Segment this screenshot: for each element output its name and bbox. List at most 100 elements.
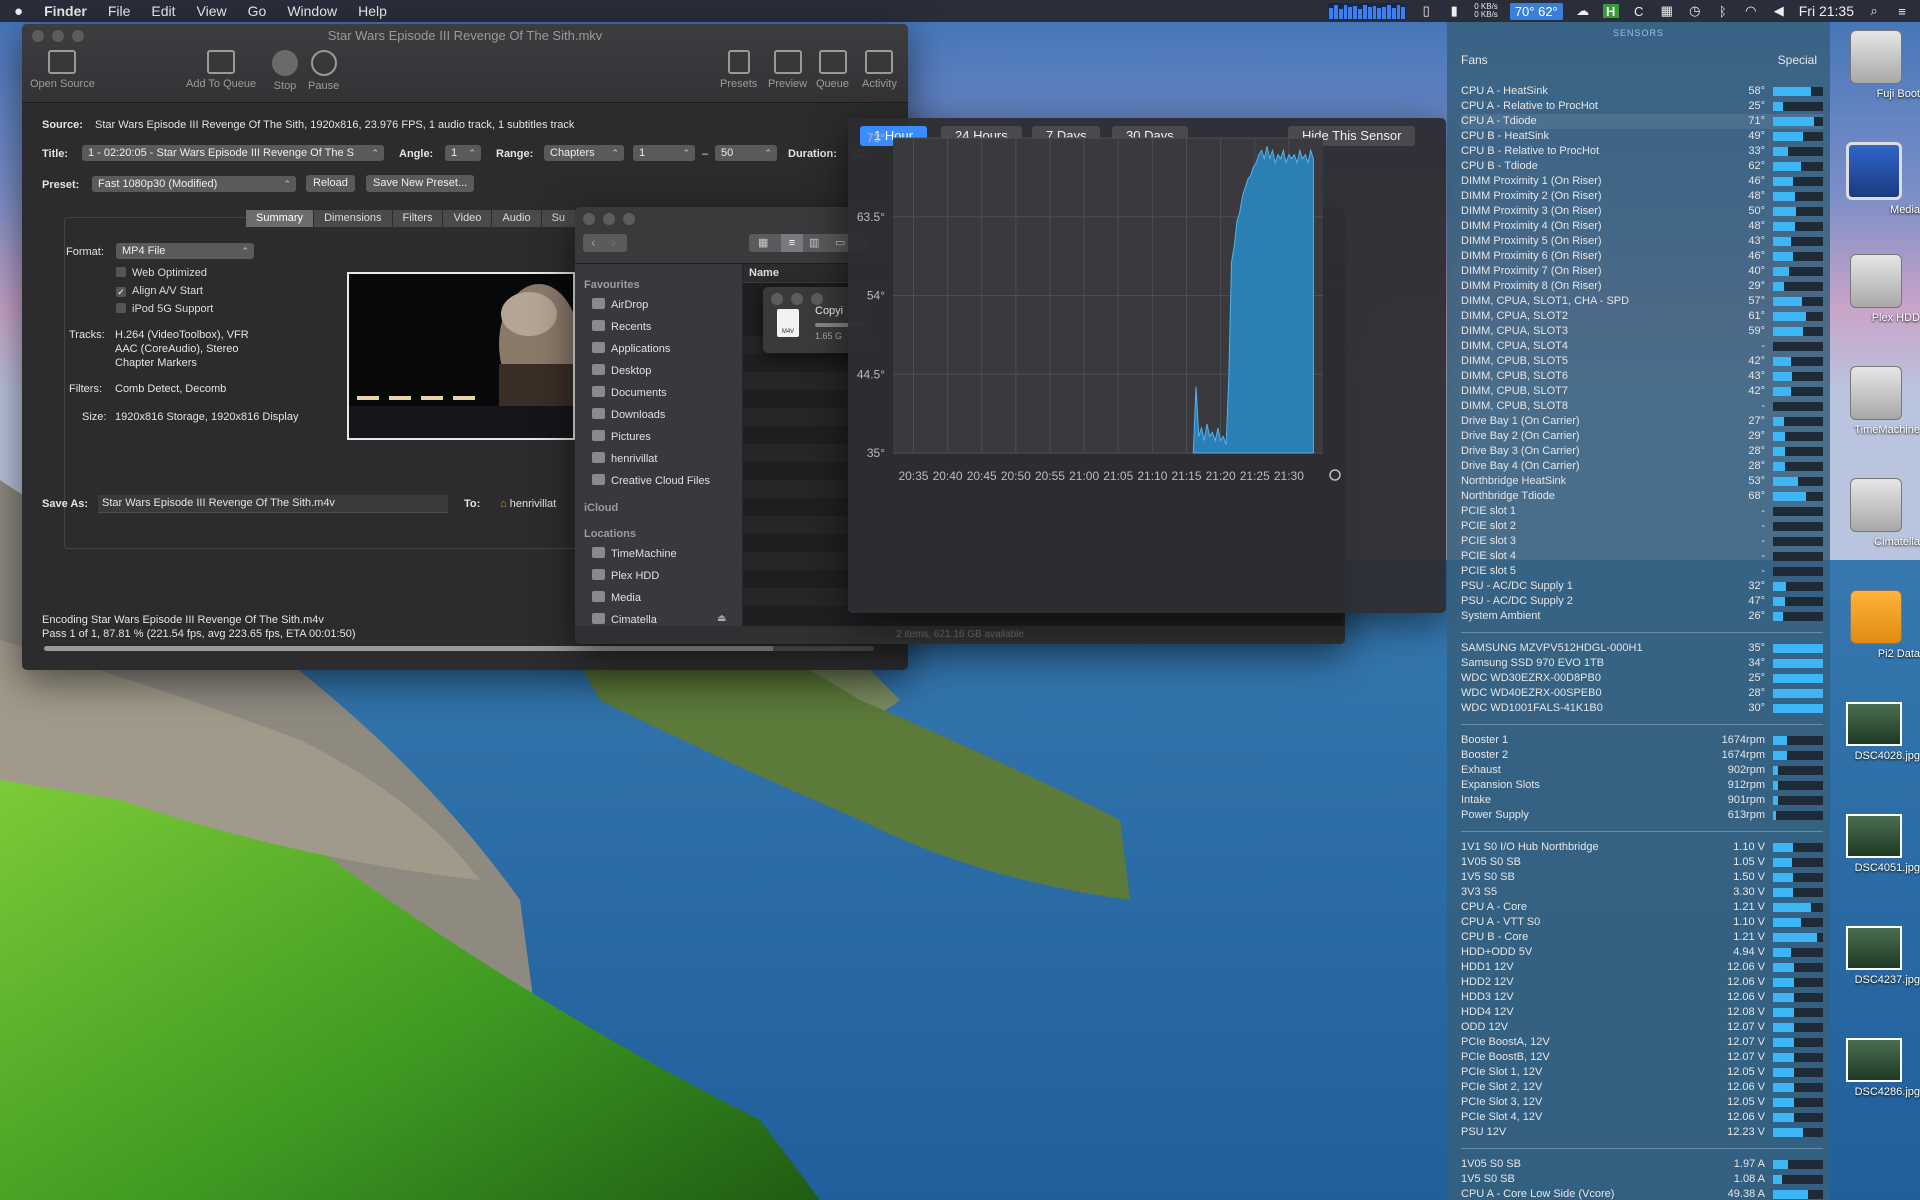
disk-icon[interactable]: ▮ (1446, 3, 1462, 18)
network-speed[interactable]: 0 KB/s 0 KB/s (1474, 3, 1498, 19)
voltage-sensor-row[interactable]: HDD4 12V 12.08 V (1461, 1005, 1823, 1020)
voltage-sensor-row[interactable]: HDD2 12V 12.06 V (1461, 975, 1823, 990)
sidebar-item-home[interactable]: henrivillat (592, 452, 657, 465)
drive-sensor-row[interactable]: SAMSUNG MZVPV512HDGL-000H1 35° (1461, 641, 1823, 656)
temp-sensor-row[interactable]: DIMM, CPUA, SLOT2 61° (1461, 309, 1823, 324)
temp-sensor-row[interactable]: DIMM Proximity 1 (On Riser) 46° (1461, 174, 1823, 189)
add-to-queue-button[interactable]: Add To Queue (186, 50, 256, 90)
current-sensor-row[interactable]: 1V05 S0 SB 1.97 A (1461, 1157, 1823, 1172)
sidebar-item-creative-cloud[interactable]: Creative Cloud Files (592, 474, 710, 487)
temp-sensor-row[interactable]: Northbridge HeatSink 53° (1461, 474, 1823, 489)
current-sensor-row[interactable]: 1V5 S0 SB 1.08 A (1461, 1172, 1823, 1187)
temp-sensor-row[interactable]: PCIE slot 2 - (1461, 519, 1823, 534)
tab-dimensions[interactable]: Dimensions (314, 210, 393, 227)
zoom-button[interactable] (811, 293, 823, 305)
special-label[interactable]: Special (1778, 53, 1817, 67)
range-to-stepper[interactable]: 50 (715, 145, 777, 161)
spotlight-icon[interactable]: ⌕ (1866, 3, 1882, 18)
preset-select[interactable]: Fast 1080p30 (Modified) (92, 176, 296, 192)
desktop-icon-item[interactable]: Media (1830, 142, 1920, 216)
voltage-sensor-row[interactable]: HDD+ODD 5V 4.94 V (1461, 945, 1823, 960)
voltage-sensor-row[interactable]: 1V05 S0 SB 1.05 V (1461, 855, 1823, 870)
save-as-field[interactable]: Star Wars Episode III Revenge Of The Sit… (98, 495, 448, 513)
temp-sensor-row[interactable]: PSU - AC/DC Supply 2 47° (1461, 594, 1823, 609)
temp-sensor-row[interactable]: CPU B - Tdiode 62° (1461, 159, 1823, 174)
fan-sensor-row[interactable]: Intake 901rpm (1461, 793, 1823, 808)
desktop-icon-item[interactable]: Plex HDD (1830, 254, 1920, 324)
temp-sensor-row[interactable]: CPU B - Relative to ProcHot 33° (1461, 144, 1823, 159)
sidebar-item-airdrop[interactable]: AirDrop (592, 298, 648, 311)
voltage-sensor-row[interactable]: PCIe BoostB, 12V 12.07 V (1461, 1050, 1823, 1065)
minimize-button[interactable] (791, 293, 803, 305)
sidebar-item-pictures[interactable]: Pictures (592, 430, 651, 443)
creative-cloud-icon[interactable]: ☁ (1575, 3, 1591, 18)
sensors-icon[interactable]: ▦ (1659, 3, 1675, 18)
wifi-icon[interactable]: ◠ (1743, 3, 1759, 18)
temp-sensor-row[interactable]: DIMM Proximity 5 (On Riser) 43° (1461, 234, 1823, 249)
temp-sensor-row[interactable]: Drive Bay 4 (On Carrier) 28° (1461, 459, 1823, 474)
temp-sensor-row[interactable]: Drive Bay 3 (On Carrier) 28° (1461, 444, 1823, 459)
temp-sensor-row[interactable]: DIMM Proximity 4 (On Riser) 48° (1461, 219, 1823, 234)
temperature-readout[interactable]: 70° 62° (1509, 2, 1563, 20)
destination-folder[interactable]: ⌂ henrivillat (500, 498, 556, 510)
drive-sensor-row[interactable]: WDC WD1001FALS-41K1B0 30° (1461, 701, 1823, 716)
fan-sensor-row[interactable]: Booster 1 1674rpm (1461, 733, 1823, 748)
temp-sensor-row[interactable]: PCIE slot 5 - (1461, 564, 1823, 579)
menu-finder[interactable]: Finder (44, 3, 87, 19)
temp-sensor-row[interactable]: PSU - AC/DC Supply 1 32° (1461, 579, 1823, 594)
temp-sensor-row[interactable]: DIMM Proximity 6 (On Riser) 46° (1461, 249, 1823, 264)
stop-button[interactable]: Stop (272, 50, 298, 92)
pause-button[interactable]: Pause (308, 50, 339, 92)
tab-subtitles[interactable]: Su (541, 210, 577, 227)
temp-sensor-row[interactable]: CPU A - Relative to ProcHot 25° (1461, 99, 1823, 114)
reload-button[interactable]: Reload (306, 175, 355, 192)
temp-sensor-row[interactable]: DIMM, CPUA, SLOT1, CHA - SPD 57° (1461, 294, 1823, 309)
desktop-icon-item[interactable]: TimeMachine (1830, 366, 1920, 436)
close-button[interactable] (583, 213, 595, 225)
temp-sensor-row[interactable]: Drive Bay 2 (On Carrier) 29° (1461, 429, 1823, 444)
drive-sensor-row[interactable]: WDC WD30EZRX-00D8PB0 25° (1461, 671, 1823, 686)
temp-sensor-row[interactable]: DIMM Proximity 2 (On Riser) 48° (1461, 189, 1823, 204)
range-type-select[interactable]: Chapters (544, 145, 624, 161)
voltage-sensor-row[interactable]: CPU B - Core 1.21 V (1461, 930, 1823, 945)
temp-sensor-row[interactable]: DIMM Proximity 7 (On Riser) 40° (1461, 264, 1823, 279)
cpu-history-graph[interactable] (1328, 3, 1407, 19)
eject-icon[interactable]: ⏏ (717, 613, 726, 624)
preview-button[interactable]: Preview (768, 50, 807, 90)
column-view-icon[interactable]: ▥ (809, 236, 819, 249)
desktop-icon-item[interactable]: DSC4028.jpg (1830, 702, 1920, 762)
temp-sensor-row[interactable]: Drive Bay 1 (On Carrier) 27° (1461, 414, 1823, 429)
web-optimized-checkbox[interactable]: Web Optimized (116, 267, 207, 279)
h-app-icon[interactable]: H (1602, 4, 1619, 19)
drive-sensor-row[interactable]: Samsung SSD 970 EVO 1TB 34° (1461, 656, 1823, 671)
temp-sensor-row[interactable]: CPU A - Tdiode 71° (1461, 114, 1823, 129)
voltage-sensor-row[interactable]: PCIe Slot 3, 12V 12.05 V (1461, 1095, 1823, 1110)
list-view-icon[interactable]: ≡ (781, 234, 803, 252)
current-sensor-row[interactable]: CPU A - Core Low Side (Vcore) 49.38 A (1461, 1187, 1823, 1200)
voltage-sensor-row[interactable]: PCIe BoostA, 12V 12.07 V (1461, 1035, 1823, 1050)
format-select[interactable]: MP4 File (116, 243, 254, 259)
sidebar-item-plex-hdd[interactable]: Plex HDD (592, 569, 659, 582)
gallery-view-icon[interactable]: ▭ (835, 236, 845, 249)
notification-center-icon[interactable]: ≡ (1894, 4, 1910, 19)
back-forward-buttons[interactable]: ‹ › (583, 234, 627, 252)
align-av-checkbox[interactable]: ✓ Align A/V Start (116, 285, 203, 297)
temp-sensor-row[interactable]: DIMM, CPUB, SLOT7 42° (1461, 384, 1823, 399)
drive-sensor-row[interactable]: WDC WD40EZRX-00SPEB0 28° (1461, 686, 1823, 701)
icon-view-icon[interactable]: ▦ (758, 236, 768, 249)
desktop-icon-item[interactable]: DSC4237.jpg (1830, 926, 1920, 986)
fan-sensor-row[interactable]: Power Supply 613rpm (1461, 808, 1823, 823)
temp-sensor-row[interactable]: PCIE slot 1 - (1461, 504, 1823, 519)
voltage-sensor-row[interactable]: HDD1 12V 12.06 V (1461, 960, 1823, 975)
range-from-stepper[interactable]: 1 (633, 145, 695, 161)
tab-video[interactable]: Video (443, 210, 493, 227)
zoom-button[interactable] (623, 213, 635, 225)
temp-sensor-row[interactable]: PCIE slot 3 - (1461, 534, 1823, 549)
temp-sensor-row[interactable]: CPU B - HeatSink 49° (1461, 129, 1823, 144)
chevron-right-icon[interactable]: › (611, 234, 616, 250)
video-preview-frame[interactable] (347, 272, 575, 440)
menu-window[interactable]: Window (287, 3, 337, 19)
voltage-sensor-row[interactable]: PCIe Slot 4, 12V 12.06 V (1461, 1110, 1823, 1125)
temp-sensor-row[interactable]: DIMM Proximity 3 (On Riser) 50° (1461, 204, 1823, 219)
temp-sensor-row[interactable]: System Ambient 26° (1461, 609, 1823, 624)
